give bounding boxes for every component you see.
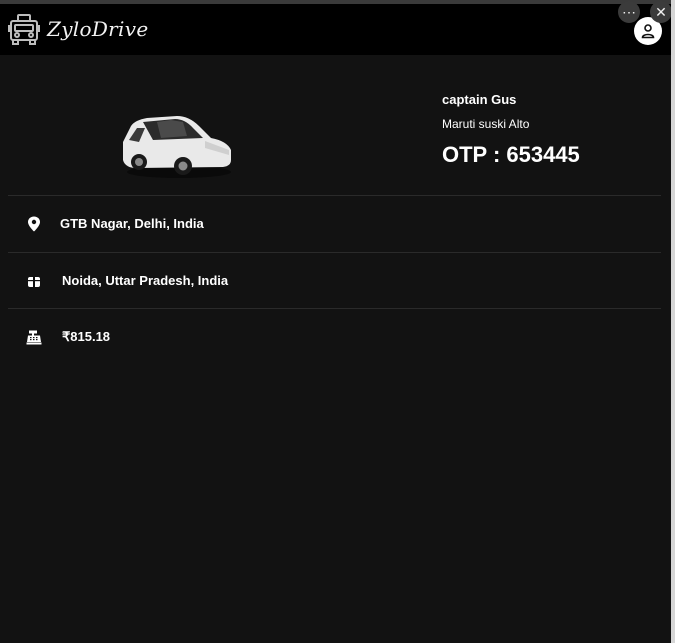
app-window: ZyloDrive captain Gus Maruti suski Alto … bbox=[0, 0, 671, 643]
more-icon: ⋯ bbox=[622, 4, 636, 20]
pickup-address: GTB Nagar, Delhi, India bbox=[60, 216, 204, 231]
captain-name: captain Gus bbox=[442, 92, 517, 107]
brand-name[interactable]: ZyloDrive bbox=[47, 17, 148, 41]
package-icon bbox=[26, 273, 42, 289]
drop-row: Noida, Uttar Pradesh, India bbox=[0, 253, 671, 309]
otp-code: OTP : 653445 bbox=[442, 142, 580, 167]
cash-register-icon bbox=[26, 329, 42, 345]
more-options-button[interactable]: ⋯ bbox=[618, 1, 640, 23]
scrollbar[interactable] bbox=[671, 0, 675, 643]
user-icon bbox=[641, 24, 655, 39]
close-button[interactable]: ✕ bbox=[650, 1, 672, 23]
close-icon: ✕ bbox=[655, 4, 667, 20]
drop-address: Noida, Uttar Pradesh, India bbox=[62, 273, 229, 288]
location-pin-icon bbox=[26, 216, 42, 232]
navbar: ZyloDrive bbox=[0, 4, 671, 55]
fare-amount: ₹815.18 bbox=[62, 329, 111, 344]
taxi-logo-icon[interactable] bbox=[7, 13, 41, 47]
car-model: Maruti suski Alto bbox=[442, 117, 530, 131]
pickup-row: GTB Nagar, Delhi, India bbox=[0, 196, 671, 252]
car-image bbox=[123, 116, 231, 178]
fare-row: ₹815.18 bbox=[0, 309, 671, 365]
